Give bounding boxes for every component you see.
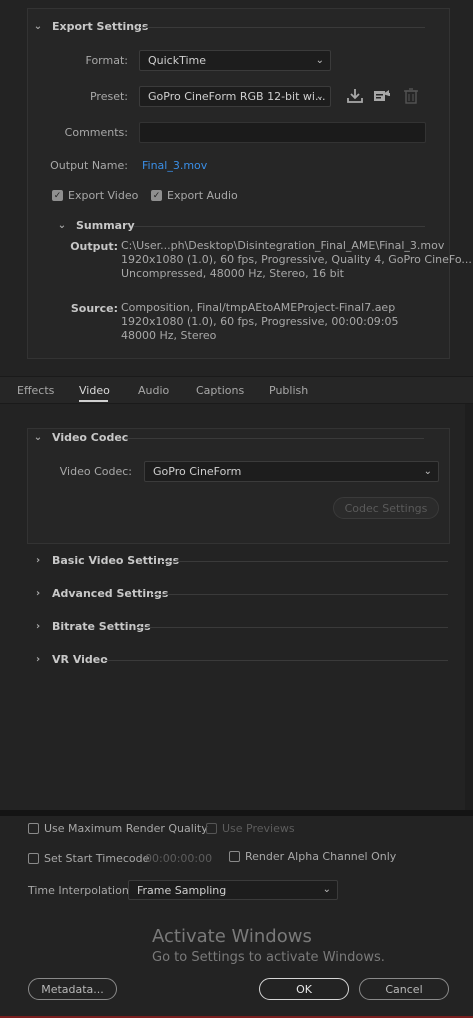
export-audio-checkbox[interactable]: ✓ Export Audio: [151, 189, 238, 202]
metadata-button[interactable]: Metadata...: [28, 978, 117, 1000]
time-interpolation-dropdown[interactable]: Frame Sampling ⌄: [128, 880, 338, 900]
source-summary-label: Source:: [70, 302, 118, 315]
chevron-down-icon: ⌄: [315, 90, 324, 102]
time-interpolation-label: Time Interpolation:: [28, 884, 133, 897]
set-start-timecode-checkbox[interactable]: Set Start Timecode: [28, 852, 149, 865]
divider: [133, 226, 425, 227]
preset-value: GoPro CineForm RGB 12-bit wi...: [148, 90, 326, 103]
chevron-right-icon: ›: [35, 555, 41, 566]
checkbox-icon: [28, 823, 39, 834]
codec-settings-button[interactable]: Codec Settings: [333, 497, 439, 519]
export-settings-header[interactable]: ⌄ Export Settings: [32, 20, 149, 33]
use-previews-label: Use Previews: [222, 822, 295, 835]
video-codec-value: GoPro CineForm: [153, 465, 242, 478]
set-start-timecode-label: Set Start Timecode: [44, 852, 150, 865]
divider: [160, 561, 448, 562]
summary-line: Composition, Final/tmpAEtoAMEProject-Fin…: [121, 301, 396, 314]
tab-effects[interactable]: Effects: [17, 384, 54, 397]
max-render-quality-checkbox[interactable]: Use Maximum Render Quality: [28, 822, 208, 835]
chevron-down-icon: ⌄: [315, 54, 324, 66]
activate-windows-subtitle: Go to Settings to activate Windows.: [152, 950, 385, 965]
checkbox-check-icon: ✓: [151, 190, 162, 201]
format-dropdown[interactable]: QuickTime ⌄: [139, 50, 331, 71]
comments-label: Comments:: [64, 126, 128, 139]
import-preset-icon[interactable]: [373, 88, 391, 104]
active-tab-indicator: [79, 400, 108, 402]
tab-bar: Effects Video Audio Captions Publish: [0, 377, 473, 403]
checkbox-icon: [229, 851, 240, 862]
export-video-label: Export Video: [68, 189, 139, 202]
advanced-settings-header[interactable]: › Advanced Settings: [32, 587, 168, 600]
section-title: Advanced Settings: [52, 587, 169, 600]
divider: [140, 27, 425, 28]
output-summary-values: C:\User...ph\Desktop\Disintegration_Fina…: [121, 239, 472, 281]
output-name-label: Output Name:: [50, 159, 128, 172]
vr-video-header[interactable]: › VR Video: [32, 653, 108, 666]
checkbox-icon: [28, 853, 39, 864]
section-title: VR Video: [52, 653, 108, 666]
comments-input[interactable]: [139, 122, 426, 143]
export-audio-label: Export Audio: [167, 189, 238, 202]
chevron-right-icon: ›: [35, 588, 41, 599]
divider: [152, 594, 448, 595]
delete-preset-icon[interactable]: [402, 88, 420, 104]
tab-publish[interactable]: Publish: [269, 384, 308, 397]
divider: [104, 660, 448, 661]
summary-title: Summary: [76, 219, 135, 232]
summary-line: 1920x1080 (1.0), 60 fps, Progressive, 00…: [121, 315, 399, 328]
divider: [124, 438, 424, 439]
summary-line: Uncompressed, 48000 Hz, Stereo, 16 bit: [121, 267, 344, 280]
tab-captions[interactable]: Captions: [196, 384, 244, 397]
activate-windows-title: Activate Windows: [152, 926, 312, 947]
chevron-down-icon: ⌄: [33, 432, 43, 443]
cancel-button[interactable]: Cancel: [359, 978, 449, 1000]
checkbox-check-icon: ✓: [52, 190, 63, 201]
divider: [0, 403, 473, 404]
bitrate-settings-header[interactable]: › Bitrate Settings: [32, 620, 151, 633]
video-codec-title: Video Codec: [52, 431, 129, 444]
divider: [136, 627, 448, 628]
checkbox-icon: [206, 823, 217, 834]
video-codec-header[interactable]: ⌄ Video Codec: [32, 431, 129, 444]
output-summary-label: Output:: [70, 240, 118, 253]
summary-line: 1920x1080 (1.0), 60 fps, Progressive, Qu…: [121, 253, 472, 266]
source-summary-values: Composition, Final/tmpAEtoAMEProject-Fin…: [121, 301, 399, 343]
format-label: Format:: [85, 54, 128, 67]
chevron-right-icon: ›: [35, 654, 41, 665]
chevron-down-icon: ⌄: [57, 220, 67, 231]
time-interpolation-value: Frame Sampling: [137, 883, 227, 897]
video-codec-dropdown[interactable]: GoPro CineForm ⌄: [144, 461, 439, 482]
basic-video-settings-header[interactable]: › Basic Video Settings: [32, 554, 179, 567]
summary-line: 48000 Hz, Stereo: [121, 329, 217, 342]
chevron-down-icon: ⌄: [322, 883, 331, 895]
output-name-link[interactable]: Final_3.mov: [142, 159, 207, 172]
use-previews-checkbox[interactable]: Use Previews: [206, 822, 295, 835]
ok-button[interactable]: OK: [259, 978, 349, 1000]
chevron-right-icon: ›: [35, 621, 41, 632]
chevron-down-icon: ⌄: [33, 21, 43, 32]
preset-dropdown[interactable]: GoPro CineForm RGB 12-bit wi... ⌄: [139, 86, 331, 107]
video-codec-panel: [27, 428, 450, 544]
export-settings-title: Export Settings: [52, 20, 149, 33]
summary-line: C:\User...ph\Desktop\Disintegration_Fina…: [121, 239, 445, 252]
bottom-separator: [0, 810, 473, 816]
save-preset-icon[interactable]: [346, 88, 364, 104]
preset-label: Preset:: [89, 90, 128, 103]
format-value: QuickTime: [148, 54, 207, 67]
render-alpha-label: Render Alpha Channel Only: [245, 850, 397, 863]
tab-video[interactable]: Video: [79, 384, 110, 397]
video-codec-label: Video Codec:: [59, 465, 132, 478]
scrollbar-track[interactable]: [465, 404, 473, 810]
max-render-quality-label: Use Maximum Render Quality: [44, 822, 208, 835]
export-video-checkbox[interactable]: ✓ Export Video: [52, 189, 138, 202]
chevron-down-icon: ⌄: [423, 465, 432, 477]
summary-header[interactable]: ⌄ Summary: [56, 219, 135, 232]
tab-audio[interactable]: Audio: [138, 384, 169, 397]
render-alpha-checkbox[interactable]: Render Alpha Channel Only: [229, 850, 396, 863]
start-timecode-field[interactable]: 00:00:00:00: [145, 852, 212, 865]
